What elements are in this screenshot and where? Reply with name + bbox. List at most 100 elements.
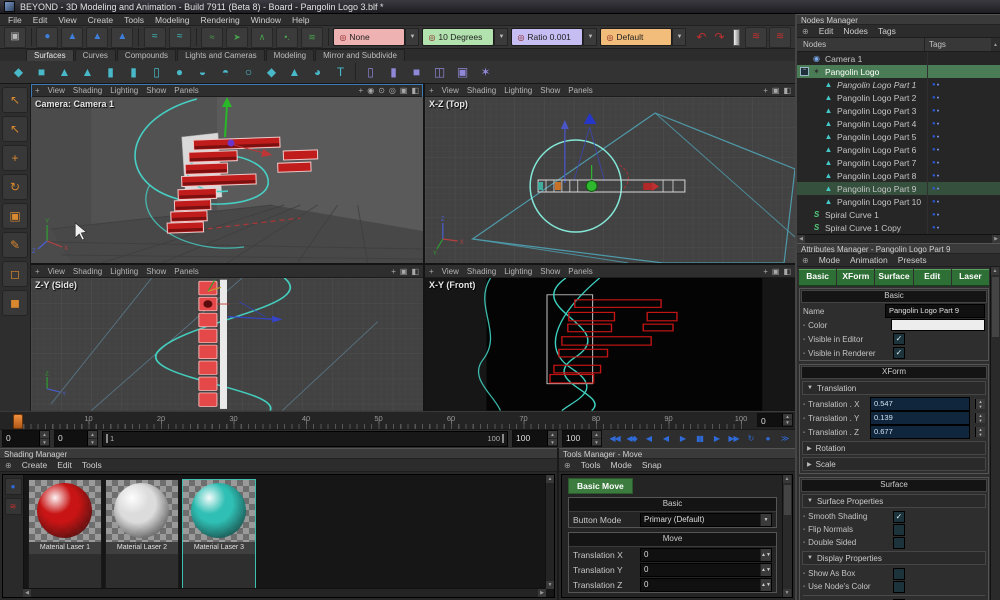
viewport-handle-icon[interactable]: +	[35, 267, 40, 276]
material-hscrollbar[interactable]: ◀▶	[23, 588, 546, 597]
shape-disc-icon[interactable]: ◓	[215, 62, 236, 82]
menu-item[interactable]: Help	[292, 15, 309, 25]
tools-vscrollbar[interactable]: ▲▼	[782, 475, 792, 597]
attributes-menu-item[interactable]: Mode	[819, 255, 840, 265]
viewport-menu-item[interactable]: View	[48, 267, 65, 276]
pan-view-icon[interactable]: +	[359, 86, 364, 95]
spin-arrows[interactable]: ▲▼	[87, 431, 97, 446]
cube-wire-tool[interactable]: ◻	[2, 261, 28, 287]
viewport-menu-item[interactable]: Shading	[467, 86, 496, 95]
surface-prop-checkbox[interactable]: ✓	[893, 511, 905, 523]
modify-sweep-icon[interactable]: ■	[406, 62, 427, 82]
surface-properties-group[interactable]: ▼Surface Properties	[802, 494, 986, 508]
curve-tool-2-icon[interactable]: ➤	[226, 27, 248, 48]
tree-tool-3-icon[interactable]: ▲	[111, 27, 133, 48]
rotate-tool[interactable]: ↻	[2, 174, 28, 200]
material-vscrollbar[interactable]: ▲▼	[545, 475, 554, 589]
dropdown-arrow[interactable]: ▼	[494, 28, 508, 46]
menu-item[interactable]: Modeling	[155, 15, 190, 25]
node-tag-icons[interactable]: ●	[932, 212, 939, 218]
modify-extrude-icon[interactable]: ▯	[360, 62, 381, 82]
node-tag-icons[interactable]: ●	[932, 186, 939, 192]
spinner-arrows[interactable]: ▲▼	[975, 427, 985, 437]
timeline-ruler[interactable]: 102030405060708090100 0 ▲▼	[0, 411, 795, 429]
shape-tab[interactable]: Mirror and Subdivide	[315, 49, 405, 61]
maximize-view-icon[interactable]: ▣	[772, 267, 780, 276]
panel-menu-icon[interactable]: ⊕	[802, 27, 809, 36]
playback-step-back-button[interactable]: ◀	[640, 431, 657, 447]
panel-menu-icon[interactable]: ⊕	[564, 461, 571, 470]
viewport-menu-item[interactable]: Shading	[73, 267, 102, 276]
surface-prop-checkbox[interactable]: ✓	[893, 524, 905, 536]
node-row[interactable]: − Pangolin Logo Part 6 ●	[797, 143, 1000, 156]
rotation-group[interactable]: ▶Rotation	[802, 441, 986, 455]
shading-menu-item[interactable]: Create	[22, 460, 48, 470]
redo-icon[interactable]: ↷	[710, 30, 728, 44]
spinner-arrows[interactable]: ▲▼	[975, 399, 985, 409]
viewport-menu-item[interactable]: Lighting	[110, 86, 138, 95]
layout-view-icon[interactable]: ◧	[411, 86, 419, 95]
tags-column-label[interactable]: Tags	[925, 38, 991, 51]
playback-prev-key-button[interactable]: ◀◆	[623, 431, 640, 447]
attributes-menu-item[interactable]: Animation	[850, 255, 888, 265]
shading-menu-item[interactable]: Edit	[57, 460, 72, 470]
ratio-snap-dropdown[interactable]: ◎ Ratio 0.001	[511, 28, 583, 46]
viewport-front-canvas[interactable]: X-Y (Front)	[425, 278, 795, 411]
viewport-menu-item[interactable]: Lighting	[504, 267, 532, 276]
viewport-menu-item[interactable]: Panels	[568, 267, 592, 276]
viewport-camera-canvas[interactable]: Camera: Camera 1	[31, 97, 423, 263]
sphere-tool-icon[interactable]: ●	[36, 27, 58, 48]
nodes-menu-item[interactable]: Tags	[878, 26, 896, 36]
node-tag-icons[interactable]: ●	[932, 147, 939, 153]
modify-lathe-icon[interactable]: ▮	[383, 62, 404, 82]
layout-view-icon[interactable]: ◧	[783, 86, 791, 95]
node-tag-icons[interactable]: ●	[932, 225, 939, 231]
shape-cone-icon[interactable]: ▲	[54, 62, 75, 82]
playback-pause-button[interactable]: ▮▮	[691, 431, 708, 447]
maximize-view-icon[interactable]: ▣	[400, 267, 408, 276]
pan-view-icon[interactable]: +	[391, 267, 396, 276]
expander-icon[interactable]: −	[800, 67, 809, 76]
translation-attr-field[interactable]: 0.547	[870, 397, 970, 411]
menu-item[interactable]: File	[8, 15, 22, 25]
shape-capsule-icon[interactable]: ▮	[123, 62, 144, 82]
attribute-tab[interactable]: Laser	[952, 269, 989, 286]
dropdown-arrow[interactable]: ▼	[405, 28, 419, 46]
frame-range-slider[interactable]: 1 100	[102, 431, 508, 447]
shape-cylinder-icon[interactable]: ▮	[100, 62, 121, 82]
modify-loft-icon[interactable]: ◫	[429, 62, 450, 82]
shading-menu-item[interactable]: Tools	[82, 460, 102, 470]
shape-text-icon[interactable]: T	[330, 62, 351, 82]
menu-item[interactable]: View	[58, 15, 76, 25]
orbit-view-icon[interactable]: ◉	[367, 86, 374, 95]
spin-arrows[interactable]: ▲▼	[591, 431, 601, 446]
playback-rewind-button[interactable]: ◀◀	[606, 431, 623, 447]
menu-item[interactable]: Edit	[33, 15, 48, 25]
node-tag-icons[interactable]: ●	[932, 160, 939, 166]
laser-frame-2-icon[interactable]: ≋	[769, 27, 791, 48]
frame-spin-arrows[interactable]: ▲▼	[782, 414, 792, 426]
attributes-menu-item[interactable]: Presets	[898, 255, 927, 265]
curve-tool-3-icon[interactable]: ∧	[251, 27, 273, 48]
attributes-vscrollbar[interactable]: ▲ ▼	[990, 267, 1000, 600]
translation-group[interactable]: ▼Translation	[802, 381, 986, 395]
viewport-menu-item[interactable]: Lighting	[504, 86, 532, 95]
node-tag-icons[interactable]: ●	[932, 82, 939, 88]
panel-menu-icon[interactable]: ⊕	[5, 461, 12, 470]
shape-tab[interactable]: Surfaces	[26, 49, 74, 61]
panel-menu-icon[interactable]: ⊕	[802, 256, 809, 265]
undo-icon[interactable]: ↶	[692, 30, 710, 44]
shape-torus-icon[interactable]: ○	[238, 62, 259, 82]
surface-prop-checkbox[interactable]: ✓	[893, 537, 905, 549]
visible-editor-checkbox[interactable]: ✓	[893, 333, 905, 345]
curve-snap-2-icon[interactable]: ≈	[169, 27, 191, 48]
scale-group[interactable]: ▶Scale	[802, 457, 986, 471]
shape-tab[interactable]: Compounds	[117, 49, 176, 61]
current-frame-field[interactable]: 0 ▲▼	[54, 430, 98, 447]
viewport-menu-item[interactable]: Show	[146, 86, 166, 95]
spin-arrows[interactable]: ▲▼	[547, 431, 557, 446]
node-tag-icons[interactable]: ●	[932, 199, 939, 205]
attribute-tab[interactable]: Basic	[799, 269, 836, 286]
nodes-column-label[interactable]: Nodes	[797, 38, 925, 51]
laser-frame-1-icon[interactable]: ≋	[745, 27, 767, 48]
